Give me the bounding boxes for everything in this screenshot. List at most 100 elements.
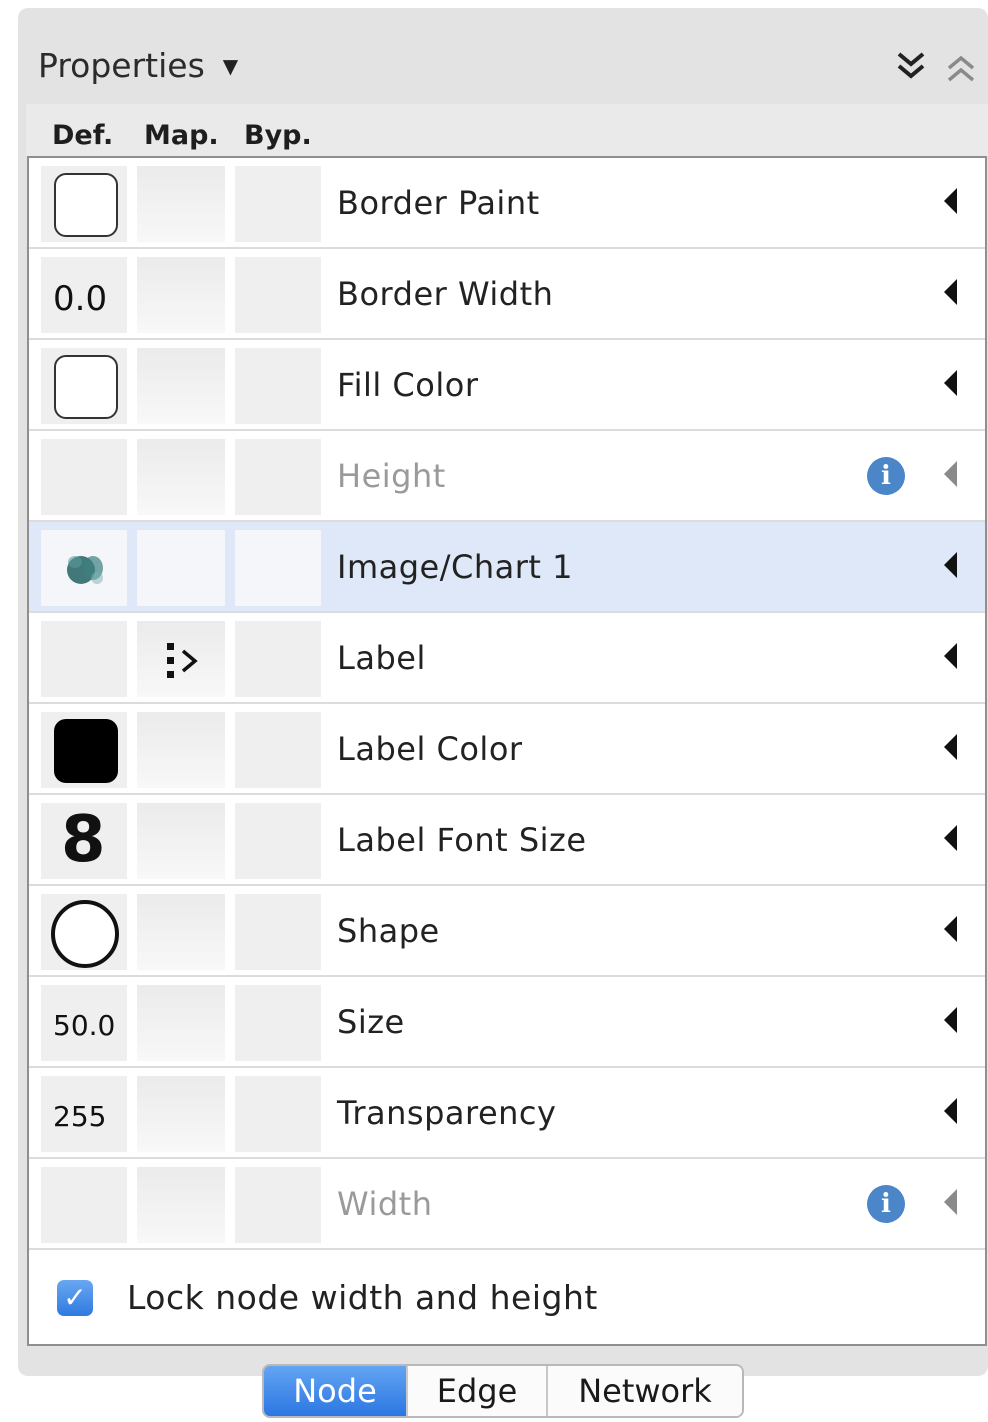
- bypass-cell[interactable]: [235, 1167, 321, 1243]
- mapping-cell[interactable]: [137, 530, 225, 606]
- property-label: Border Width: [337, 275, 554, 313]
- property-label: Width: [337, 1185, 433, 1223]
- mapping-cell[interactable]: [137, 257, 225, 333]
- default-value: 255: [53, 1100, 107, 1133]
- bypass-cell[interactable]: [235, 257, 321, 333]
- default-value: 50.0: [53, 1009, 116, 1042]
- dropdown-arrow-icon: ▼: [222, 53, 239, 78]
- bypass-cell[interactable]: [235, 348, 321, 424]
- default-value-cell[interactable]: [41, 894, 127, 970]
- expand-arrow-icon[interactable]: [944, 1098, 957, 1124]
- property-list: ✓ Lock node width and height Border Pain…: [27, 156, 987, 1346]
- property-label: Label: [337, 639, 426, 677]
- color-swatch: [54, 719, 118, 783]
- property-row-label-color[interactable]: Label Color: [29, 704, 985, 795]
- property-row-transparency[interactable]: 255 Transparency: [29, 1068, 985, 1159]
- expand-all-icon[interactable]: [944, 52, 978, 88]
- default-value-cell[interactable]: [41, 530, 127, 606]
- expand-arrow-icon[interactable]: [944, 279, 957, 305]
- default-value: 8: [61, 803, 106, 877]
- property-row-border-width[interactable]: 0.0 Border Width: [29, 249, 985, 340]
- default-value-cell[interactable]: [41, 1167, 127, 1243]
- column-header-def: Def.: [52, 120, 114, 151]
- property-row-height[interactable]: Height i: [29, 431, 985, 522]
- bypass-cell[interactable]: [235, 985, 321, 1061]
- expand-arrow-icon[interactable]: [944, 916, 957, 942]
- bypass-cell[interactable]: [235, 803, 321, 879]
- mapping-cell[interactable]: [137, 1076, 225, 1152]
- mapping-cell[interactable]: [137, 166, 225, 242]
- bypass-cell[interactable]: [235, 894, 321, 970]
- default-value-cell[interactable]: [41, 166, 127, 242]
- property-label: Size: [337, 1003, 405, 1041]
- property-row-border-paint[interactable]: Border Paint: [29, 158, 985, 249]
- column-headers: Def. Map. Byp.: [26, 104, 988, 156]
- default-value-cell[interactable]: [41, 712, 127, 788]
- bypass-cell[interactable]: [235, 621, 321, 697]
- default-value-cell[interactable]: 255: [41, 1076, 127, 1152]
- bypass-cell[interactable]: [235, 166, 321, 242]
- panel-title: Properties: [38, 46, 205, 85]
- default-value-cell[interactable]: 0.0: [41, 257, 127, 333]
- expand-arrow-icon[interactable]: [944, 552, 957, 578]
- tab-node[interactable]: Node: [264, 1366, 408, 1416]
- mapping-cell[interactable]: [137, 894, 225, 970]
- bypass-cell[interactable]: [235, 712, 321, 788]
- property-label: Border Paint: [337, 184, 540, 222]
- default-value-cell[interactable]: [41, 621, 127, 697]
- bypass-cell[interactable]: [235, 1076, 321, 1152]
- column-header-byp: Byp.: [244, 120, 312, 151]
- tab-bar: Node Edge Network: [262, 1364, 744, 1418]
- property-row-fill-color[interactable]: Fill Color: [29, 340, 985, 431]
- expand-arrow-icon[interactable]: [944, 734, 957, 760]
- color-swatch: [54, 173, 118, 237]
- property-row-label-font-size[interactable]: 8 Label Font Size: [29, 795, 985, 886]
- default-value-cell[interactable]: 8: [41, 803, 127, 879]
- mapping-cell[interactable]: [137, 439, 225, 515]
- property-label: Image/Chart 1: [337, 548, 573, 586]
- expand-arrow-icon[interactable]: [944, 461, 957, 487]
- collapse-all-icon[interactable]: [894, 48, 928, 84]
- mapping-cell[interactable]: [137, 621, 225, 697]
- property-row-shape[interactable]: Shape: [29, 886, 985, 977]
- property-row-label[interactable]: Label: [29, 613, 985, 704]
- property-label: Label Color: [337, 730, 523, 768]
- mapping-cell[interactable]: [137, 985, 225, 1061]
- bypass-cell[interactable]: [235, 530, 321, 606]
- expand-arrow-icon[interactable]: [944, 1007, 957, 1033]
- expand-arrow-icon[interactable]: [944, 370, 957, 396]
- mapping-cell[interactable]: [137, 1167, 225, 1243]
- expand-arrow-icon[interactable]: [944, 825, 957, 851]
- column-header-map: Map.: [144, 120, 219, 151]
- mapping-cell[interactable]: [137, 712, 225, 788]
- property-label: Shape: [337, 912, 440, 950]
- info-icon[interactable]: i: [867, 457, 905, 495]
- tab-edge[interactable]: Edge: [408, 1366, 548, 1416]
- expand-arrow-icon[interactable]: [944, 1189, 957, 1215]
- property-label: Transparency: [337, 1094, 557, 1132]
- default-value-cell[interactable]: 50.0: [41, 985, 127, 1061]
- properties-panel: Properties ▼ Def. Map. Byp. ✓ Lock node …: [18, 8, 988, 1376]
- ellipse-shape-icon: [51, 900, 119, 968]
- panel-title-menu[interactable]: Properties ▼: [38, 46, 238, 85]
- mapping-cell[interactable]: [137, 803, 225, 879]
- mapping-cell[interactable]: [137, 348, 225, 424]
- default-value: 0.0: [53, 279, 108, 319]
- color-swatch: [54, 355, 118, 419]
- expand-arrow-icon[interactable]: [944, 188, 957, 214]
- image-chart-icon: [67, 556, 103, 584]
- tab-network[interactable]: Network: [548, 1366, 742, 1416]
- expand-arrow-icon[interactable]: [944, 643, 957, 669]
- property-label: Height: [337, 457, 446, 495]
- lock-size-checkbox[interactable]: ✓: [57, 1280, 93, 1316]
- property-row-width[interactable]: Width i: [29, 1159, 985, 1250]
- property-row-size[interactable]: 50.0 Size: [29, 977, 985, 1068]
- lock-size-row: ✓ Lock node width and height: [29, 1250, 985, 1342]
- property-row-image-chart-1[interactable]: Image/Chart 1: [29, 522, 985, 613]
- mapping-icon: [167, 643, 198, 678]
- info-icon[interactable]: i: [867, 1185, 905, 1223]
- bypass-cell[interactable]: [235, 439, 321, 515]
- default-value-cell[interactable]: [41, 439, 127, 515]
- default-value-cell[interactable]: [41, 348, 127, 424]
- panel-header: Properties ▼: [18, 8, 988, 104]
